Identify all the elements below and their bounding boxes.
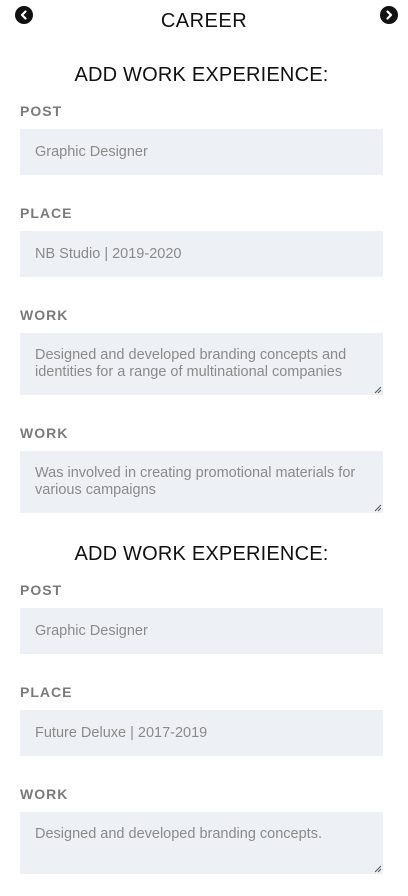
resize-grip-icon[interactable] [374,386,382,394]
place-label: PLACE [20,684,73,700]
experience-heading: ADD WORK EXPERIENCE: [74,543,329,565]
work-textarea[interactable]: Designed and developed branding concepts… [20,812,383,874]
experience-heading: ADD WORK EXPERIENCE: [74,64,329,86]
place-value: Future Deluxe | 2017-2019 [35,725,208,741]
resize-grip-icon[interactable] [374,504,382,512]
post-input[interactable]: Graphic Designer [20,608,383,654]
post-input[interactable]: Graphic Designer [20,129,383,175]
work-value: Designed and developed branding concepts… [35,347,347,380]
post-value: Graphic Designer [35,623,148,639]
next-button[interactable] [380,6,398,24]
work-label: WORK [20,307,69,323]
post-label: POST [20,582,63,598]
work-value: Designed and developed branding concepts… [35,826,322,842]
place-input[interactable]: NB Studio | 2019-2020 [20,231,383,277]
resize-grip-icon[interactable] [374,865,382,873]
work-value: Was involved in creating promotional mat… [35,465,356,498]
place-value: NB Studio | 2019-2020 [35,246,182,262]
place-input[interactable]: Future Deluxe | 2017-2019 [20,710,383,756]
post-value: Graphic Designer [35,144,148,160]
post-label: POST [20,103,63,119]
page-title: CAREER [160,10,248,32]
chevron-right-icon [386,10,393,20]
place-label: PLACE [20,205,73,221]
work-label: WORK [20,425,69,441]
work-textarea[interactable]: Designed and developed branding concepts… [20,333,383,395]
work-textarea[interactable]: Was involved in creating promotional mat… [20,451,383,513]
work-label: WORK [20,786,69,802]
